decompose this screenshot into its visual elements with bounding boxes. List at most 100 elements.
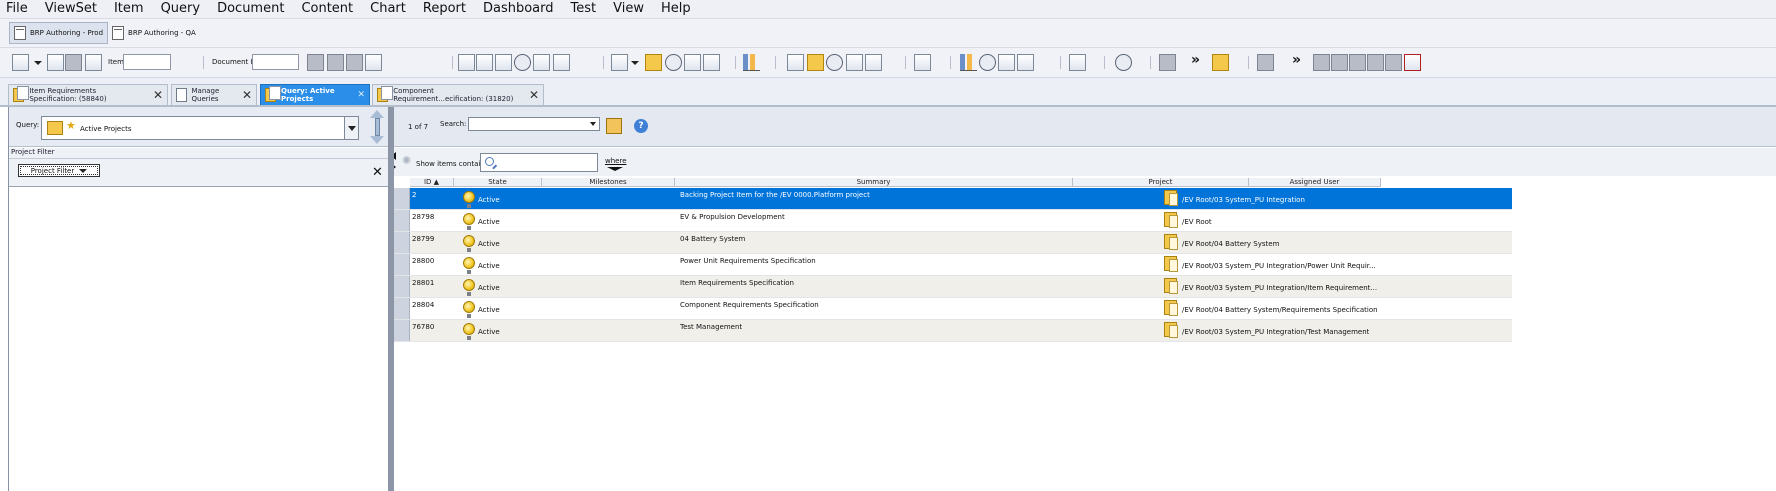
- menu-help[interactable]: Help: [653, 2, 700, 15]
- row-header[interactable]: [394, 320, 410, 341]
- query-icon[interactable]: [458, 54, 475, 71]
- toolbar-overflow-icon[interactable]: »: [1191, 52, 1200, 68]
- resize-arrows-icon[interactable]: [370, 110, 385, 144]
- doc-gray-icon-4[interactable]: [1367, 54, 1384, 71]
- locate-icon[interactable]: [533, 54, 550, 71]
- search-content-icon[interactable]: [553, 54, 570, 71]
- document-history-icon[interactable]: [346, 54, 363, 71]
- toolbar-overflow-icon-2[interactable]: »: [1292, 52, 1301, 68]
- item-id-input[interactable]: [123, 54, 171, 70]
- tab-component-requirements[interactable]: Component Requirement...ecification: (31…: [372, 84, 544, 105]
- project-filter-button[interactable]: Project Filter: [18, 164, 100, 177]
- test-list-icon[interactable]: [1159, 54, 1176, 71]
- delete-document-icon[interactable]: [1404, 54, 1421, 71]
- close-icon[interactable]: ✕: [153, 88, 163, 102]
- chart-bar-icon[interactable]: [960, 54, 977, 71]
- content-edit-icon[interactable]: [865, 54, 882, 71]
- close-icon[interactable]: ✕: [357, 90, 365, 100]
- document-compare-icon[interactable]: [327, 54, 344, 71]
- doc-gray-icon-1[interactable]: [1313, 54, 1330, 71]
- zoom-icon[interactable]: [514, 54, 531, 71]
- content-report-icon[interactable]: [826, 54, 843, 71]
- viewset-prod-button[interactable]: BRP Authoring - Prod: [9, 22, 109, 44]
- document-view-icon[interactable]: [365, 54, 382, 71]
- tab-item-requirements[interactable]: Item Requirements Specification: (58840)…: [8, 84, 168, 105]
- viewset-qa-button[interactable]: BRP Authoring - QA: [108, 22, 200, 44]
- search-doc-icon[interactable]: [12, 54, 29, 71]
- menu-file[interactable]: File: [0, 2, 37, 15]
- view-panel-icon[interactable]: [1212, 54, 1229, 71]
- help-icon[interactable]: ?: [634, 119, 648, 133]
- menu-viewset[interactable]: ViewSet: [37, 2, 106, 15]
- help-panel-icon[interactable]: [1257, 54, 1274, 71]
- column-header-summary[interactable]: Summary: [675, 178, 1073, 187]
- test-icon[interactable]: [703, 54, 720, 71]
- table-row[interactable]: 28798 Active EV & Propulsion Development…: [394, 210, 1512, 232]
- chart-table-icon[interactable]: [998, 54, 1015, 71]
- menu-test[interactable]: Test: [563, 2, 606, 15]
- close-icon[interactable]: ✕: [372, 165, 383, 180]
- edit-item-icon[interactable]: [47, 54, 64, 71]
- table-row[interactable]: 28800 Active Power Unit Requirements Spe…: [394, 254, 1512, 276]
- menu-item[interactable]: Item: [106, 2, 153, 15]
- edit-content-icon[interactable]: [787, 54, 804, 71]
- menu-dashboard[interactable]: Dashboard: [475, 2, 563, 15]
- content-chart-icon[interactable]: [807, 54, 824, 71]
- document-id-input[interactable]: [252, 54, 299, 70]
- search-select[interactable]: [468, 117, 600, 131]
- menu-view[interactable]: View: [605, 2, 653, 15]
- panel-splitter[interactable]: [389, 107, 394, 491]
- dashboard-icon[interactable]: [684, 54, 701, 71]
- bar-chart-icon[interactable]: [743, 54, 760, 71]
- where-button[interactable]: where: [605, 157, 627, 171]
- query-select[interactable]: ★ Active Projects: [41, 116, 359, 140]
- close-icon[interactable]: ✕: [242, 88, 252, 102]
- column-header-id[interactable]: ID ▲: [410, 178, 454, 187]
- chart-grid-icon[interactable]: [1017, 54, 1034, 71]
- new-document-icon[interactable]: [611, 54, 628, 71]
- table-row[interactable]: 76780 Active Test Management /EV Root/03…: [394, 320, 1512, 342]
- relationship-icon[interactable]: [476, 54, 493, 71]
- search-dropdown-arrow-icon[interactable]: [34, 61, 42, 65]
- table-row[interactable]: 28804 Active Component Requirements Spec…: [394, 298, 1512, 320]
- row-header[interactable]: [394, 254, 410, 275]
- doc-gray-icon-5[interactable]: [1385, 54, 1402, 71]
- chart-icon[interactable]: [645, 54, 662, 71]
- dashboard-gauge-icon[interactable]: [1115, 54, 1132, 71]
- row-header[interactable]: [394, 210, 410, 231]
- link-icon[interactable]: [65, 54, 82, 71]
- run-search-icon[interactable]: [606, 118, 622, 134]
- view-query-icon[interactable]: [914, 54, 931, 71]
- table-row[interactable]: 28801 Active Item Requirements Specifica…: [394, 276, 1512, 298]
- menu-content[interactable]: Content: [293, 2, 362, 15]
- report-table-icon[interactable]: [1069, 54, 1086, 71]
- column-header-milestones[interactable]: Milestones: [542, 178, 675, 187]
- document-open-icon[interactable]: [307, 54, 324, 71]
- row-header[interactable]: [394, 232, 410, 253]
- find-icon[interactable]: [495, 54, 512, 71]
- menu-document[interactable]: Document: [209, 2, 293, 15]
- tab-query-active-projects[interactable]: Query: Active Projects ✕: [260, 84, 370, 105]
- table-row[interactable]: 2 Active Backing Project Item for the /E…: [394, 188, 1512, 210]
- column-header-project[interactable]: Project: [1073, 178, 1249, 187]
- menu-report[interactable]: Report: [415, 2, 475, 15]
- report-icon[interactable]: [665, 54, 682, 71]
- filter-input[interactable]: [480, 153, 598, 172]
- column-header-assigned-user[interactable]: Assigned User: [1249, 178, 1381, 187]
- menu-chart[interactable]: Chart: [362, 2, 415, 15]
- doc-gray-icon-3[interactable]: [1349, 54, 1366, 71]
- print-icon[interactable]: [85, 54, 102, 71]
- row-header[interactable]: [394, 276, 410, 297]
- tab-manage-queries[interactable]: Manage Queries ✕: [171, 84, 257, 105]
- query-dropdown-button[interactable]: [344, 117, 358, 139]
- menu-query[interactable]: Query: [153, 2, 210, 15]
- column-header-state[interactable]: State: [454, 178, 542, 187]
- table-row[interactable]: 28799 Active 04 Battery System /EV Root/…: [394, 232, 1512, 254]
- content-table-icon[interactable]: [846, 54, 863, 71]
- row-header[interactable]: [394, 188, 410, 209]
- close-icon[interactable]: ✕: [529, 88, 539, 102]
- doc-gray-icon-2[interactable]: [1331, 54, 1348, 71]
- new-dropdown-arrow-icon[interactable]: [631, 61, 639, 65]
- chart-gauge-icon[interactable]: [979, 54, 996, 71]
- row-header[interactable]: [394, 298, 410, 319]
